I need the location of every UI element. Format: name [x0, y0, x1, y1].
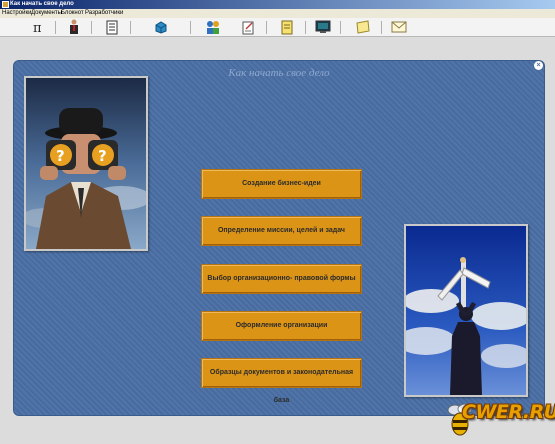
people-icon[interactable] [205, 19, 221, 35]
app-icon [2, 1, 9, 8]
pi-icon[interactable]: π [30, 19, 46, 35]
binoculars-man-image: ? ? [24, 76, 148, 251]
note-icon[interactable] [279, 19, 295, 35]
toolbar-separator [305, 21, 306, 34]
envelope-icon[interactable] [391, 19, 407, 35]
toolbar-separator [266, 21, 267, 34]
svg-text:π: π [33, 21, 42, 34]
document-icon[interactable] [104, 19, 120, 35]
toolbar-separator [55, 21, 56, 34]
svg-text:?: ? [98, 147, 107, 165]
legal-form-button[interactable]: Выбор организационно- правовой формы [201, 264, 362, 294]
menu-item-developers[interactable]: Разработчики [85, 9, 123, 18]
title-bar: Как начать свое дело [0, 0, 555, 9]
cwer-watermark: CWER.RU [445, 398, 555, 442]
menu-bar: Настройки Документы Блокнот Разработчики [0, 9, 555, 18]
monitor-icon[interactable] [315, 19, 331, 35]
toolbar-separator [381, 21, 382, 34]
toolbar-separator [340, 21, 341, 34]
signpost-man-image [404, 224, 528, 397]
menu-item-notepad[interactable]: Блокнот [61, 9, 84, 18]
registration-button[interactable]: Оформление организации [201, 311, 362, 341]
watermark-text: CWER.RU [462, 401, 555, 423]
menu-item-settings[interactable]: Настройки [2, 9, 31, 18]
toolbar: π [0, 18, 555, 37]
notepad-icon[interactable] [240, 19, 256, 35]
toolbar-separator [190, 21, 191, 34]
svg-text:?: ? [56, 147, 65, 165]
main-panel: × Как начать свое дело ? ? Создание бизн… [13, 60, 545, 416]
toolbar-separator [130, 21, 131, 34]
sticky-note-icon[interactable] [355, 19, 371, 35]
business-idea-button[interactable]: Создание бизнес-идеи [201, 169, 362, 199]
documents-law-button[interactable]: Образцы документов и законодательная баз… [201, 358, 362, 404]
window-title: Как начать свое дело [10, 1, 74, 7]
mission-goals-button[interactable]: Определение миссии, целей и задач [201, 216, 362, 246]
person-icon[interactable] [66, 19, 82, 35]
menu-item-documents[interactable]: Документы [31, 9, 62, 18]
cube-icon[interactable] [153, 19, 169, 35]
toolbar-separator [91, 21, 92, 34]
